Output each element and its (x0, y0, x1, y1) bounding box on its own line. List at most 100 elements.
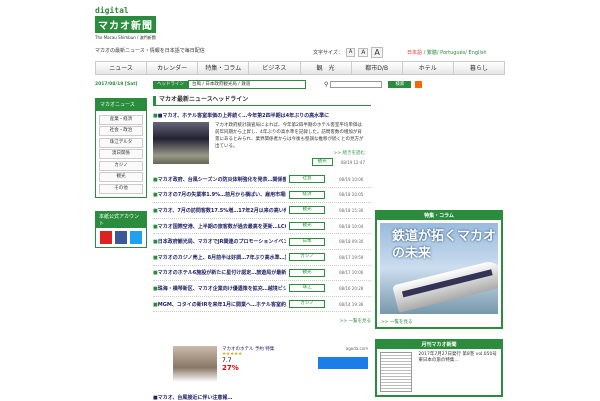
ticker-text[interactable]: 台風 / 日本政府観光局 / 鉄道 (188, 80, 306, 89)
list-item: 珠海・横琴新区、マカオ企業向け優遇策を拡充…越境ビジネス促進へ珠江 08/16 2… (153, 281, 371, 297)
item-date: 08/18 15:30 (339, 207, 364, 213)
list-item: マカオ政府、台風シーズンの防災体制強化を発表…関係部局が合同会議社会 08/19 … (153, 172, 371, 188)
section-title: マカオ最新ニュースヘッドライン (153, 96, 371, 106)
feature-category[interactable]: 観光 (311, 158, 333, 166)
font-medium-button[interactable]: A (358, 48, 369, 57)
list-item: マカオのカジノ売上、8月前半は好調…7年ぶり高水準…業界予測カジノ 08/17 1… (153, 250, 371, 266)
item-category[interactable]: 観光 (289, 206, 325, 215)
monthly-title: 月刊マカオ新聞 (377, 341, 501, 349)
list-item: MGM、コタイの新IRを来年1月に開業へ…ホテル客室約1,400室カジノ 08/1… (153, 297, 371, 313)
feature-image[interactable] (153, 122, 209, 164)
sidebar-item-prd[interactable]: 珠江デルタ (99, 137, 143, 148)
nav-feature[interactable]: 特集・コラム (198, 62, 250, 74)
page: digital マカオ新聞 The Macau Shimbun / 澳門新聞 マ… (95, 0, 505, 401)
main-nav: ニュース カレンダー 特集・コラム ビジネス 観 光 都市D/B ホテル 暮らし (95, 61, 505, 75)
search-button[interactable]: 検索 (388, 81, 412, 88)
item-title[interactable]: マカオのホテル6施設が新たに星付け認定…旅遊局が最新リスト公表 (153, 269, 286, 276)
news-more-link[interactable]: >> 一覧を見る (153, 318, 371, 324)
font-size-label: 文字サイズ： (313, 50, 343, 56)
item-title[interactable]: マカオの7月の失業率1.9%…前月から横ばい、雇用市場は安定推移 (153, 191, 286, 198)
tagline: マカオの最新ニュース・情報を日本語で毎日配信 (95, 48, 205, 54)
lang-pt[interactable]: Português (440, 50, 465, 56)
item-title[interactable]: 日本政府観光局、マカオでJR関連のプロモーションイベント…7月に開催 (153, 238, 286, 245)
sidebar-title: マカオニュース (95, 98, 147, 111)
lang-ja[interactable]: 日本語 (407, 50, 422, 56)
rss-icon[interactable] (415, 81, 423, 88)
item-category[interactable]: 経済 (289, 190, 325, 199)
item-category[interactable]: 観光 (289, 222, 325, 231)
current-date: 2017/08/19 [Sat] (95, 82, 138, 87)
sub-bar: 2017/08/19 [Sat] ヘッドライン 台風 / 日本政府観光局 / 鉄… (95, 80, 505, 89)
feature-box: 特集・コラム 鉄道が拓くマカオの未来 >> 一覧を見る (375, 210, 503, 329)
sidebar-item-economy[interactable]: 産業・経済 (99, 114, 143, 125)
font-small-button[interactable]: A (345, 48, 356, 57)
social-title: 本紙公式アカウント (96, 212, 146, 228)
lang-en[interactable]: English (469, 50, 487, 56)
logo-main: マカオ新聞 (95, 16, 156, 33)
item-category[interactable]: カジノ (289, 253, 325, 262)
item-date: 08/18 20:05 (339, 192, 364, 198)
item-date: 08/17 10:06 (339, 270, 364, 276)
twitter-icon[interactable] (130, 231, 142, 244)
nav-business[interactable]: ビジネス (249, 62, 301, 74)
feature-headline[interactable]: ■マカオ、ホテル客室単価の上昇続く…今年第2四半期は4年ぶりの高水準に (153, 112, 371, 119)
hotel-ad[interactable]: マカオのホテル 予約 特集 ★★★★★ 7.7 27% agoda.com (173, 346, 368, 386)
item-date: 08/19 10:06 (339, 176, 364, 182)
item-title[interactable]: マカオのカジノ売上、8月前半は好調…7年ぶり高水準…業界予測 (153, 254, 286, 261)
ad-discount: 27% (222, 364, 239, 372)
nav-citydb[interactable]: 都市D/B (352, 62, 403, 74)
feature-more-link[interactable]: >> 続きを読む (215, 150, 365, 157)
sidebar-item-tourism[interactable]: 観光 (99, 172, 143, 182)
font-large-button[interactable]: A (371, 47, 383, 58)
main-content: マカオ最新ニュースヘッドライン ■マカオ、ホテル客室単価の上昇続く…今年第2四半… (153, 96, 371, 324)
item-title[interactable]: マカオ国際空港、上半期の旅客数が過去最高を更新…LCC路線好調 (153, 223, 286, 230)
list-item: マカオのホテル6施設が新たに星付け認定…旅遊局が最新リスト公表観光 08/17 1… (153, 266, 371, 282)
youtube-icon[interactable] (100, 231, 112, 244)
item-category[interactable]: 珠江 (289, 284, 325, 293)
item-title[interactable]: マカオ政府、台風シーズンの防災体制強化を発表…関係部局が合同会議 (153, 176, 286, 183)
feature-box-title: 特集・コラム (377, 212, 501, 220)
lang-sep1: / 繁體/ (422, 50, 441, 56)
item-category[interactable]: 観光 (289, 268, 325, 277)
item-category[interactable]: 日本 (289, 237, 325, 246)
sidebar-item-japan[interactable]: 澳日関係 (99, 149, 143, 159)
facebook-icon[interactable] (115, 231, 127, 244)
nav-hotel[interactable]: ホテル (403, 62, 454, 74)
sidebar: マカオニュース 産業・経済 社会・政治 珠江デルタ 澳日関係 カジノ 観光 その… (95, 98, 147, 248)
item-date: 08/16 20:28 (339, 285, 364, 291)
item-category[interactable]: カジノ (289, 300, 325, 309)
newspaper-thumbnail[interactable] (380, 352, 413, 392)
list-item: 日本政府観光局、マカオでJR関連のプロモーションイベント…7月に開催日本 08/1… (153, 234, 371, 250)
feature-date: 08/19 12:47 (340, 159, 365, 165)
ad-brand: agoda.com (345, 346, 368, 351)
nav-tourism[interactable]: 観 光 (301, 62, 352, 74)
nav-living[interactable]: 暮らし (454, 62, 504, 74)
item-date: 08/17 19:59 (339, 254, 364, 260)
search-icon: ⚲ (324, 81, 329, 88)
nav-news[interactable]: ニュース (96, 62, 148, 74)
search-input[interactable] (330, 81, 383, 88)
item-title[interactable]: MGM、コタイの新IRを来年1月に開業へ…ホテル客室約1,400室 (153, 301, 286, 308)
logo-sub: The Macau Shimbun / 澳門新聞 (95, 35, 156, 40)
item-title[interactable]: マカオ、7月の訪問客数17.5%増…17年2月以来の高い伸び率に (153, 207, 286, 214)
sidebar-item-other[interactable]: その他 (99, 183, 143, 194)
feature-banner[interactable]: 鉄道が拓くマカオの未来 (380, 223, 498, 314)
sidebar-item-casino[interactable]: カジノ (99, 160, 143, 171)
item-date: 08/14 19:36 (339, 301, 364, 307)
feature-text: マカオ政府統計調査局によれば、今年第2四半期のホテル客室平均単価は前年同期から上… (215, 123, 364, 149)
nav-calendar[interactable]: カレンダー (147, 62, 199, 74)
ad-book-button[interactable] (318, 357, 368, 369)
monthly-box: 月刊マカオ新聞 2017年7月27日発行 第8巻 vol.050号 東日本の旅の… (375, 339, 503, 397)
item-category[interactable]: 社会 (289, 175, 325, 184)
feature-box-more[interactable]: >> 一覧を見る (377, 317, 501, 327)
language-switcher: 日本語 / 繁體/ Português/ English (407, 49, 487, 56)
sidebar-item-society[interactable]: 社会・政治 (99, 126, 143, 136)
list-item: マカオ国際空港、上半期の旅客数が過去最高を更新…LCC路線好調観光 08/18 1… (153, 219, 371, 235)
item-date: 08/18 09:30 (339, 239, 364, 245)
ad-image[interactable] (173, 346, 217, 382)
monthly-text[interactable]: 2017年7月27日発行 第8巻 vol.050号 東日本の旅の特集… (418, 352, 498, 392)
train-image (392, 259, 498, 313)
item-title[interactable]: 珠海・横琴新区、マカオ企業向け優遇策を拡充…越境ビジネス促進へ (153, 285, 286, 292)
site-logo[interactable]: digital マカオ新聞 The Macau Shimbun / 澳門新聞 (95, 6, 165, 42)
ad-price: 7.7 (222, 357, 232, 364)
